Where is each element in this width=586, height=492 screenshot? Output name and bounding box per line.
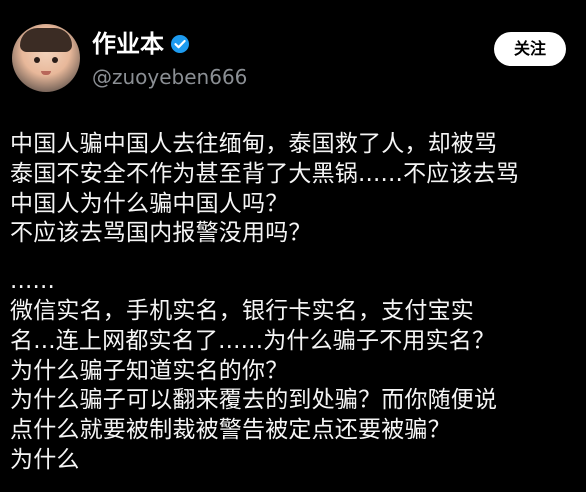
avatar-hair	[20, 28, 72, 52]
avatar[interactable]	[12, 24, 80, 92]
post-line: 中国人骗中国人去往缅甸，泰国救了人，却被骂	[10, 131, 498, 157]
post-line: 为什么骗子可以翻来覆去的到处骗？而你随便说	[10, 387, 498, 414]
handle[interactable]: @zuoyeben666	[92, 64, 247, 90]
verified-badge-icon	[170, 34, 190, 54]
post-line: ......	[10, 268, 56, 295]
post-line: 点什么就要被制裁被警告被定点还要被骗？	[10, 417, 451, 444]
post-line: 为什么骗子知道实名的你？	[10, 357, 289, 384]
post-line: 微信实名，手机实名，银行卡实名，支付宝实	[10, 297, 474, 324]
post-line: 为什么	[10, 446, 80, 473]
post-line: 中国人为什么骗中国人吗？	[10, 190, 289, 217]
follow-button[interactable]: 关注	[494, 32, 566, 66]
post-line-spacer	[10, 249, 580, 267]
avatar-eye-left	[34, 57, 40, 63]
post-header: 作业本 @zuoyeben666 关注	[10, 22, 576, 94]
post-text: 中国人骗中国人去往缅甸，泰国救了人，却被骂 泰国不安全不作为甚至背了大黑锅...…	[10, 130, 580, 476]
avatar-eye-right	[52, 57, 58, 63]
avatar-mouth	[41, 71, 51, 75]
post-line: 泰国不安全不作为甚至背了大黑锅......不应该去骂	[10, 160, 520, 187]
post-line: 不应该去骂国内报警没用吗？	[10, 220, 312, 247]
post-line: 名...连上网都实名了......为什么骗子不用实名？	[10, 327, 496, 354]
name-row: 作业本	[92, 28, 190, 60]
display-name[interactable]: 作业本	[92, 28, 164, 60]
